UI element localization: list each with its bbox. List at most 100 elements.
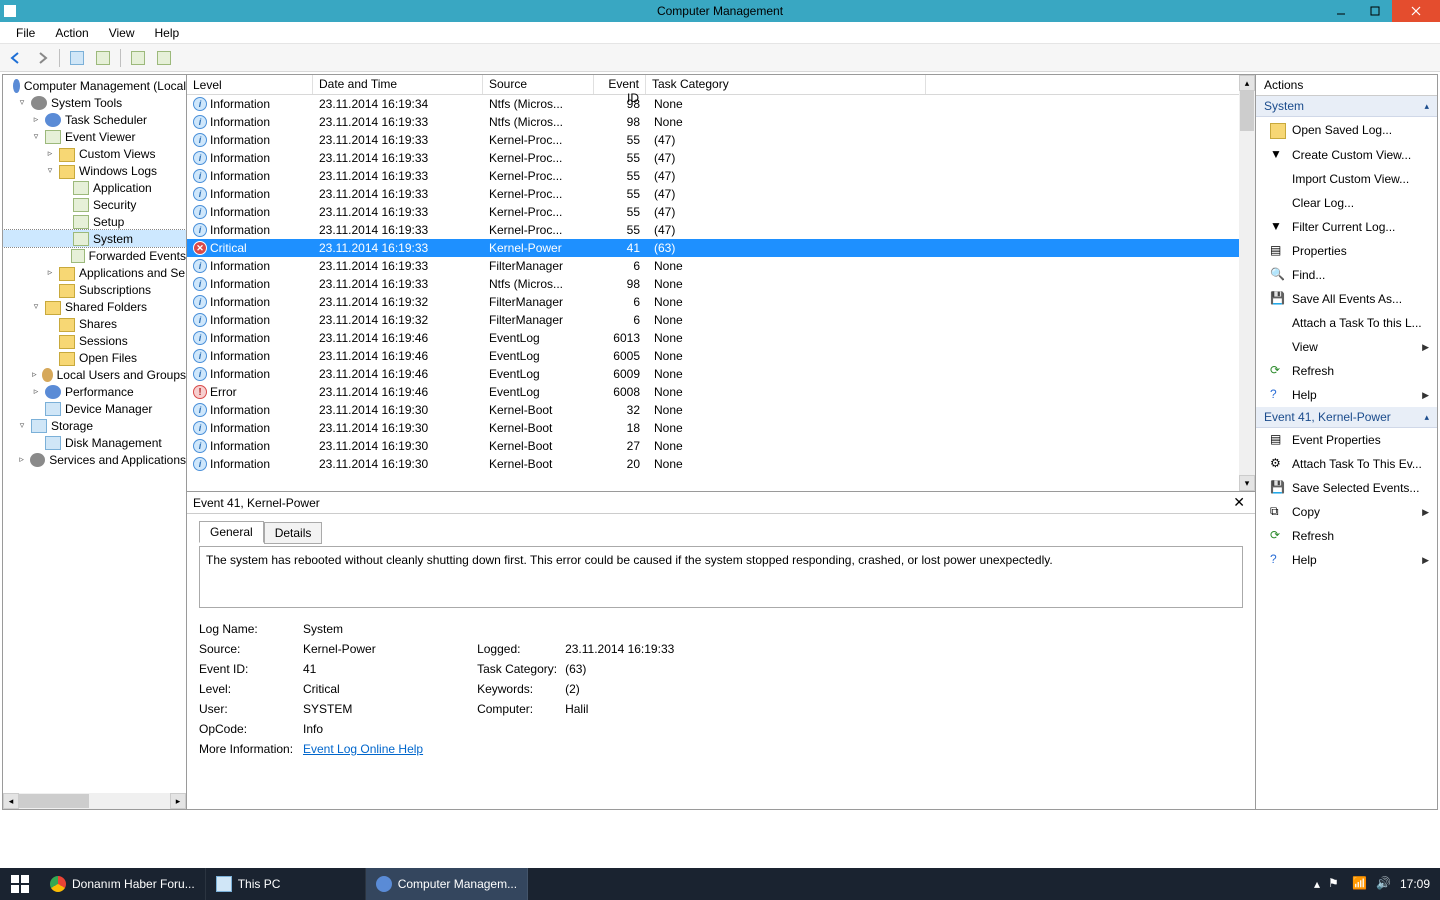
action-item[interactable]: Clear Log... [1256, 191, 1437, 215]
back-button[interactable] [4, 47, 28, 69]
action-item[interactable]: Import Custom View... [1256, 167, 1437, 191]
event-grid[interactable]: Level Date and Time Source Event ID Task… [187, 75, 1239, 491]
tab-general[interactable]: General [199, 521, 264, 543]
table-row[interactable]: iInformation23.11.2014 16:19:34Ntfs (Mic… [187, 95, 1239, 113]
col-taskcat[interactable]: Task Category [646, 75, 926, 94]
forward-button[interactable] [30, 47, 54, 69]
table-row[interactable]: iInformation23.11.2014 16:19:30Kernel-Bo… [187, 419, 1239, 437]
toolbar-icon[interactable] [91, 47, 115, 69]
navigation-tree[interactable]: Computer Management (Local▿System Tools▹… [3, 75, 186, 486]
tab-details[interactable]: Details [264, 522, 323, 544]
tree-hscrollbar[interactable]: ◂▸ [3, 793, 186, 809]
tree-twisty[interactable]: ▹ [31, 386, 41, 397]
table-row[interactable]: iInformation23.11.2014 16:19:30Kernel-Bo… [187, 437, 1239, 455]
action-item[interactable]: ▤Event Properties [1256, 428, 1437, 452]
action-item[interactable]: 💾Save Selected Events... [1256, 476, 1437, 500]
start-button[interactable] [0, 868, 40, 900]
network-icon[interactable]: 📶 [1352, 876, 1368, 892]
grid-vscrollbar[interactable]: ▴▾ [1239, 75, 1255, 491]
tree-node[interactable]: ▿System Tools [3, 94, 186, 111]
tree-node[interactable]: Subscriptions [3, 281, 186, 298]
actions-section-system[interactable]: System▴ [1256, 96, 1437, 117]
table-row[interactable]: iInformation23.11.2014 16:19:33Ntfs (Mic… [187, 275, 1239, 293]
grid-header[interactable]: Level Date and Time Source Event ID Task… [187, 75, 1239, 95]
toolbar-icon[interactable] [152, 47, 176, 69]
action-item[interactable]: View▶ [1256, 335, 1437, 359]
volume-icon[interactable]: 🔊 [1376, 876, 1392, 892]
tree-node[interactable]: Computer Management (Local [3, 77, 186, 94]
system-tray[interactable]: ▴ ⚑ 📶 🔊 17:09 [1304, 868, 1440, 900]
tree-node[interactable]: Forwarded Events [3, 247, 186, 264]
tree-node[interactable]: Setup [3, 213, 186, 230]
tree-twisty[interactable]: ▿ [17, 97, 27, 108]
taskbar-button[interactable]: Computer Managem... [366, 868, 528, 900]
tree-node[interactable]: ▹Task Scheduler [3, 111, 186, 128]
tree-node[interactable]: Shares [3, 315, 186, 332]
taskbar-button[interactable]: Donanım Haber Foru... [40, 868, 206, 900]
table-row[interactable]: iInformation23.11.2014 16:19:33Kernel-Pr… [187, 221, 1239, 239]
tree-twisty[interactable]: ▿ [17, 420, 27, 431]
table-row[interactable]: iInformation23.11.2014 16:19:33Kernel-Pr… [187, 185, 1239, 203]
table-row[interactable]: iInformation23.11.2014 16:19:33Kernel-Pr… [187, 167, 1239, 185]
action-item[interactable]: ▼Create Custom View... [1256, 143, 1437, 167]
action-item[interactable]: ⟳Refresh [1256, 524, 1437, 548]
close-button[interactable] [1392, 0, 1440, 22]
action-item[interactable]: 🔍Find... [1256, 263, 1437, 287]
event-log-help-link[interactable]: Event Log Online Help [303, 742, 423, 762]
action-item[interactable]: ?Help▶ [1256, 548, 1437, 572]
table-row[interactable]: iInformation23.11.2014 16:19:32FilterMan… [187, 293, 1239, 311]
action-item[interactable]: ⚙Attach Task To This Ev... [1256, 452, 1437, 476]
table-row[interactable]: iInformation23.11.2014 16:19:33FilterMan… [187, 257, 1239, 275]
tree-node[interactable]: ▿Shared Folders [3, 298, 186, 315]
col-eventid[interactable]: Event ID [594, 75, 646, 94]
toolbar-icon[interactable] [65, 47, 89, 69]
tree-node[interactable]: ▿Windows Logs [3, 162, 186, 179]
action-item[interactable]: ▼Filter Current Log... [1256, 215, 1437, 239]
tree-node[interactable]: ▹Applications and Se [3, 264, 186, 281]
table-row[interactable]: iInformation23.11.2014 16:19:46EventLog6… [187, 347, 1239, 365]
table-row[interactable]: iInformation23.11.2014 16:19:33Ntfs (Mic… [187, 113, 1239, 131]
tree-node[interactable]: ▹Services and Applications [3, 451, 186, 468]
tree-node[interactable]: Sessions [3, 332, 186, 349]
tray-up-icon[interactable]: ▴ [1314, 877, 1320, 891]
actions-section-event[interactable]: Event 41, Kernel-Power▴ [1256, 407, 1437, 428]
tree-node[interactable]: Application [3, 179, 186, 196]
tree-twisty[interactable]: ▹ [31, 114, 41, 125]
table-row[interactable]: iInformation23.11.2014 16:19:46EventLog6… [187, 365, 1239, 383]
col-level[interactable]: Level [187, 75, 313, 94]
col-source[interactable]: Source [483, 75, 594, 94]
maximize-button[interactable] [1358, 0, 1392, 22]
action-item[interactable]: ⧉Copy▶ [1256, 500, 1437, 524]
action-item[interactable]: ?Help▶ [1256, 383, 1437, 407]
tree-node[interactable]: ▹Local Users and Groups [3, 366, 186, 383]
toolbar-icon[interactable] [126, 47, 150, 69]
action-item[interactable]: 💾Save All Events As... [1256, 287, 1437, 311]
tree-node[interactable]: ▹Custom Views [3, 145, 186, 162]
minimize-button[interactable] [1324, 0, 1358, 22]
flag-icon[interactable]: ⚑ [1328, 876, 1344, 892]
tree-twisty[interactable]: ▹ [45, 148, 55, 159]
tree-node[interactable]: Open Files [3, 349, 186, 366]
tree-node[interactable]: Device Manager [3, 400, 186, 417]
action-item[interactable]: Open Saved Log... [1256, 117, 1437, 143]
tree-twisty[interactable]: ▹ [17, 454, 26, 465]
tree-node[interactable]: ▿Event Viewer [3, 128, 186, 145]
col-datetime[interactable]: Date and Time [313, 75, 483, 94]
tree-twisty[interactable]: ▿ [31, 131, 41, 142]
table-row[interactable]: iInformation23.11.2014 16:19:33Kernel-Pr… [187, 203, 1239, 221]
table-row[interactable]: iInformation23.11.2014 16:19:33Kernel-Pr… [187, 131, 1239, 149]
table-row[interactable]: iInformation23.11.2014 16:19:30Kernel-Bo… [187, 455, 1239, 473]
table-row[interactable]: iInformation23.11.2014 16:19:33Kernel-Pr… [187, 149, 1239, 167]
table-row[interactable]: iInformation23.11.2014 16:19:46EventLog6… [187, 329, 1239, 347]
table-row[interactable]: ✕Critical23.11.2014 16:19:33Kernel-Power… [187, 239, 1239, 257]
table-row[interactable]: !Error23.11.2014 16:19:46EventLog6008Non… [187, 383, 1239, 401]
table-row[interactable]: iInformation23.11.2014 16:19:32FilterMan… [187, 311, 1239, 329]
action-item[interactable]: ▤Properties [1256, 239, 1437, 263]
tree-twisty[interactable]: ▿ [45, 165, 55, 176]
menu-view[interactable]: View [99, 24, 145, 42]
table-row[interactable]: iInformation23.11.2014 16:19:30Kernel-Bo… [187, 401, 1239, 419]
taskbar-button[interactable]: This PC [206, 868, 366, 900]
detail-close-button[interactable]: ✕ [1229, 494, 1249, 511]
menu-action[interactable]: Action [45, 24, 98, 42]
action-item[interactable]: ⟳Refresh [1256, 359, 1437, 383]
